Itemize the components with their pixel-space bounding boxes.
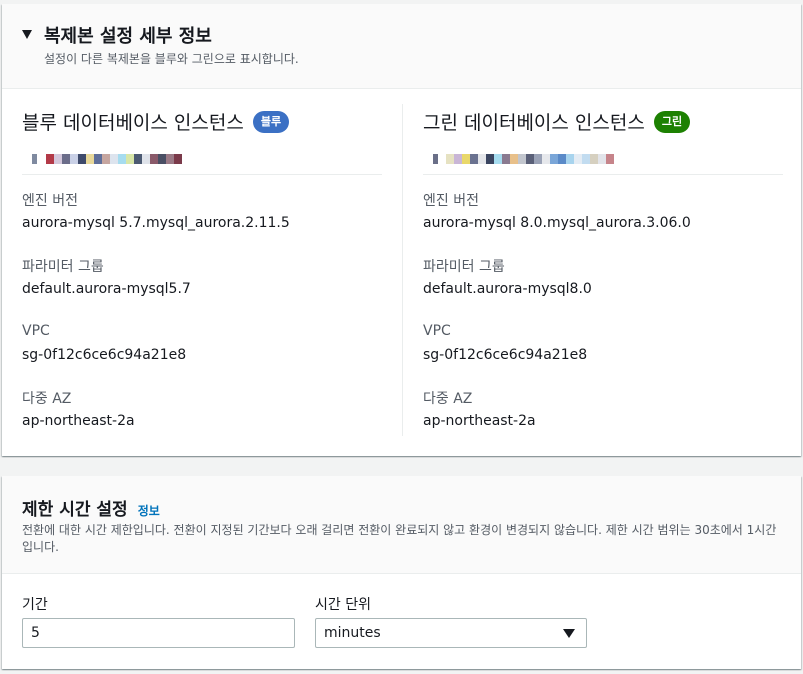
replica-settings-header[interactable]: 복제본 설정 세부 정보 설정이 다른 복제본을 블루와 그린으로 표시합니다. — [2, 4, 801, 89]
timeout-settings-header: 제한 시간 설정 정보 전환에 대한 시간 제한입니다. 전환이 지정된 기간보… — [2, 476, 801, 574]
info-link[interactable]: 정보 — [138, 502, 160, 519]
green-instance-column: 그린 데이터베이스 인스턴스 그린 엔진 버전 aurora-mysql 8.0… — [423, 104, 783, 436]
replica-settings-title: 복제본 설정 세부 정보 — [44, 26, 212, 47]
replica-settings-description: 설정이 다른 복제본을 블루와 그린으로 표시합니다. — [44, 52, 299, 66]
blue-multi-az-value: ap-northeast-2a — [22, 413, 135, 429]
timeout-settings-panel: 제한 시간 설정 정보 전환에 대한 시간 제한입니다. 전환이 지정된 기간보… — [2, 476, 801, 669]
green-instance-id-redacted — [433, 154, 614, 164]
triangle-down-icon — [563, 629, 575, 638]
blue-badge: 블루 — [252, 110, 290, 133]
green-badge: 그린 — [653, 110, 691, 133]
time-unit-selected-value: minutes — [324, 625, 381, 641]
blue-instance-id-redacted — [32, 154, 182, 164]
blue-parameter-group-value: default.aurora-mysql5.7 — [22, 281, 191, 297]
blue-engine-version-label: 엔진 버전 — [22, 193, 78, 209]
green-multi-az-label: 다중 AZ — [423, 391, 473, 407]
blue-multi-az-label: 다중 AZ — [22, 391, 72, 407]
blue-vpc-value: sg-0f12c6ce6c94a21e8 — [22, 347, 187, 363]
blue-parameter-group-label: 파라미터 그룹 — [22, 259, 104, 275]
green-separator — [423, 174, 783, 175]
green-parameter-group-label: 파라미터 그룹 — [423, 259, 505, 275]
column-divider — [402, 104, 403, 436]
blue-instance-heading: 블루 데이터베이스 인스턴스 블루 — [22, 108, 290, 135]
blue-separator — [22, 174, 382, 175]
green-instance-title: 그린 데이터베이스 인스턴스 — [423, 112, 645, 134]
time-unit-select[interactable]: minutes — [315, 618, 587, 648]
green-vpc-value: sg-0f12c6ce6c94a21e8 — [423, 347, 588, 363]
green-vpc-label: VPC — [423, 323, 451, 339]
green-parameter-group-value: default.aurora-mysql8.0 — [423, 281, 592, 297]
timeout-settings-description: 전환에 대한 시간 제한입니다. 전환이 지정된 기간보다 오래 걸리면 전환이… — [22, 523, 777, 554]
duration-input[interactable] — [22, 618, 295, 648]
green-engine-version-label: 엔진 버전 — [423, 193, 479, 209]
green-multi-az-value: ap-northeast-2a — [423, 413, 536, 429]
replica-settings-panel: 복제본 설정 세부 정보 설정이 다른 복제본을 블루와 그린으로 표시합니다.… — [2, 4, 801, 456]
timeout-settings-heading: 제한 시간 설정 정보 — [22, 495, 160, 520]
green-instance-heading: 그린 데이터베이스 인스턴스 그린 — [423, 108, 691, 135]
duration-label: 기간 — [22, 597, 48, 613]
timeout-settings-title: 제한 시간 설정 — [22, 500, 128, 520]
caret-down-icon[interactable] — [22, 30, 32, 39]
blue-engine-version-value: aurora-mysql 5.7.mysql_aurora.2.11.5 — [22, 215, 290, 231]
blue-instance-title: 블루 데이터베이스 인스턴스 — [22, 112, 244, 134]
blue-instance-column: 블루 데이터베이스 인스턴스 블루 엔진 버전 aurora-mysql 5.7… — [22, 104, 382, 436]
blue-vpc-label: VPC — [22, 323, 50, 339]
time-unit-label: 시간 단위 — [315, 597, 371, 613]
green-engine-version-value: aurora-mysql 8.0.mysql_aurora.3.06.0 — [423, 215, 691, 231]
